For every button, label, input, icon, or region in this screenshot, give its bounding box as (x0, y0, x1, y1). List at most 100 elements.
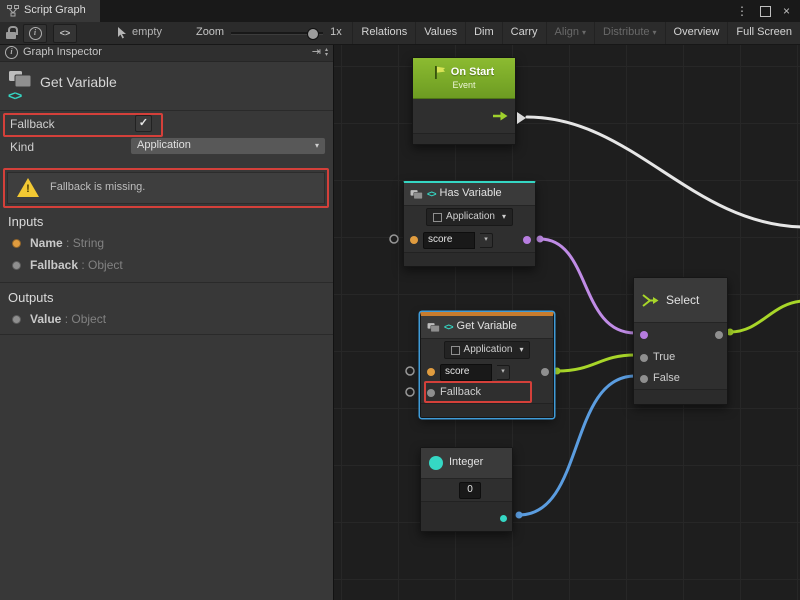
warning-icon: ! (16, 178, 40, 198)
get-variable-fallback-port-ring[interactable] (406, 388, 414, 396)
flow-arrow-icon (492, 111, 508, 121)
selection-status-label: empty (132, 26, 162, 39)
node-subtitle: Event (413, 80, 515, 91)
maximize-icon[interactable] (760, 6, 771, 17)
get-variable-kind-dropdown[interactable]: Application ▾ (444, 341, 531, 359)
wire-false-start-dot (516, 512, 523, 519)
chevron-down-icon: ▾ (501, 368, 505, 376)
false-port-label: False (653, 372, 680, 385)
fallback-label: Fallback (10, 117, 55, 131)
values-button[interactable]: Values (415, 22, 465, 44)
select-header[interactable]: Select (634, 278, 727, 323)
kind-dropdown-value: Application (137, 139, 191, 152)
true-port-label: True (653, 351, 675, 364)
has-variable-kind-dropdown[interactable]: Application ▾ (426, 208, 513, 226)
on-start-header[interactable]: On Start Event (413, 58, 515, 99)
node-on-start[interactable]: On Start Event (412, 57, 516, 145)
on-start-output-port[interactable] (517, 112, 526, 124)
node-has-variable[interactable]: <> Has Variable Application ▾ score ▾ (403, 181, 536, 267)
kebab-menu-icon[interactable]: ⋮ (736, 4, 748, 18)
condition-input-port[interactable] (640, 331, 648, 339)
application-icon (451, 346, 460, 355)
node-integer[interactable]: Integer 0 (420, 447, 513, 532)
zoom-label: Zoom (196, 26, 224, 39)
chevron-down-icon: ▾ (315, 141, 319, 151)
node-title: Integer (449, 456, 483, 469)
select-output-port[interactable] (715, 331, 723, 339)
warning-text: Fallback is missing. (50, 181, 145, 194)
flag-icon (434, 66, 446, 79)
zoom-slider[interactable] (231, 26, 323, 40)
value-output-port[interactable] (541, 368, 549, 376)
kind-dropdown[interactable]: Application ▾ (130, 137, 326, 155)
variable-suggest-button[interactable]: ▾ (497, 365, 510, 380)
warning-box: ! Fallback is missing. (7, 172, 325, 204)
node-select[interactable]: Select True False (633, 277, 728, 405)
selection-status: empty (117, 26, 162, 39)
lock-icon[interactable] (6, 26, 17, 40)
cursor-icon (117, 27, 127, 39)
has-variable-output-port[interactable] (523, 236, 531, 244)
code-view-button[interactable]: <> (53, 24, 77, 43)
chevron-down-icon: ▾ (653, 28, 657, 38)
node-title: Select (666, 293, 699, 307)
get-variable-header[interactable]: <> Get Variable (421, 316, 553, 339)
chevron-down-icon: ▾ (519, 345, 523, 355)
close-icon[interactable]: × (783, 4, 790, 18)
chevron-down-icon: ▾ (582, 28, 586, 38)
wire-on-start[interactable] (527, 117, 800, 227)
graph-inspector-panel: i Graph Inspector ⇥ ▴ ▾ <> Get Variable … (0, 44, 334, 600)
wire-select-output[interactable] (730, 301, 800, 332)
distribute-dropdown[interactable]: Distribute▾ (594, 22, 664, 44)
variables-icon (427, 322, 440, 333)
integer-header[interactable]: Integer (421, 448, 512, 479)
scroll-down-icon[interactable]: ▾ (325, 53, 328, 58)
wire-condition[interactable] (540, 239, 635, 333)
full-screen-button[interactable]: Full Screen (727, 22, 800, 44)
fallback-input-port[interactable] (427, 389, 435, 397)
variable-name-field[interactable]: score (423, 232, 475, 249)
variable-name-field[interactable]: score (440, 364, 492, 381)
integer-value-field[interactable]: 0 (459, 482, 481, 499)
false-input-port[interactable] (640, 375, 648, 383)
true-input-port[interactable] (640, 354, 648, 362)
graph-canvas[interactable]: On Start Event <> Has Variable Applic (333, 44, 800, 600)
wire-true[interactable] (557, 355, 635, 371)
has-variable-name-port-ring[interactable] (390, 235, 398, 243)
name-input-port[interactable] (427, 368, 435, 376)
inspector-header-title: Graph Inspector (23, 46, 102, 59)
integer-type-icon (429, 456, 443, 470)
variables-icon (410, 189, 423, 200)
chevron-down-icon: ▾ (502, 212, 506, 222)
inspector-toggle-button[interactable]: i (23, 24, 47, 43)
carry-button[interactable]: Carry (502, 22, 546, 44)
application-icon (433, 213, 442, 222)
input-row-name: Name : String (30, 236, 104, 250)
integer-output-port[interactable] (500, 515, 507, 522)
fallback-checkbox[interactable]: ✓ (135, 115, 152, 132)
output-row-value: Value : Object (30, 312, 106, 326)
dock-icon[interactable]: ⇥ (312, 46, 321, 59)
relations-button[interactable]: Relations (352, 22, 415, 44)
overview-button[interactable]: Overview (665, 22, 728, 44)
has-variable-header[interactable]: <> Has Variable (404, 183, 535, 206)
code-icon: <> (60, 28, 71, 39)
tab-label: Script Graph (24, 4, 86, 17)
port-dot-name (12, 239, 21, 248)
code-icon: <> (444, 322, 453, 333)
dim-button[interactable]: Dim (465, 22, 502, 44)
align-dropdown[interactable]: Align▾ (546, 22, 594, 44)
code-icon: <> (427, 189, 436, 200)
variable-suggest-button[interactable]: ▾ (480, 233, 493, 248)
node-get-variable[interactable]: <> Get Variable Application ▾ score ▾ Fa… (420, 312, 554, 418)
fallback-port-label: Fallback (440, 386, 481, 399)
wires-layer (333, 44, 800, 600)
zoom-slider-handle[interactable] (307, 28, 319, 40)
kind-label: Kind (10, 140, 34, 154)
tab-script-graph[interactable]: Script Graph (0, 0, 100, 22)
wire-condition-start-dot (537, 236, 544, 243)
name-input-port[interactable] (410, 236, 418, 244)
get-variable-name-port-ring[interactable] (406, 367, 414, 375)
outputs-header: Outputs (8, 290, 54, 306)
info-icon: i (29, 27, 42, 40)
